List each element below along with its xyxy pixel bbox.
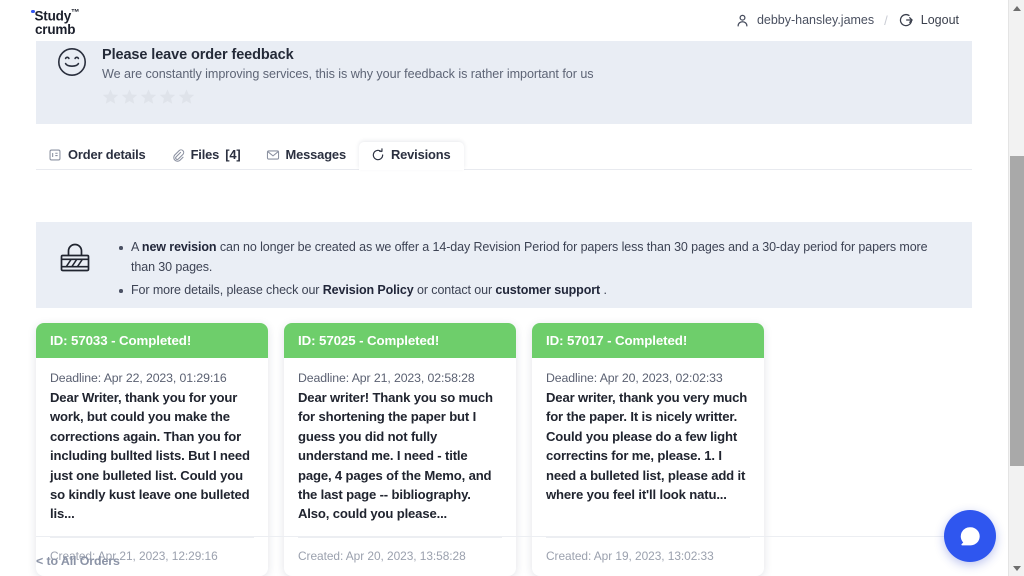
revision-created: Created: Apr 19, 2023, 13:02:33 (546, 536, 750, 576)
feedback-title: Please leave order feedback (102, 47, 294, 63)
tab-files[interactable]: Files [4] (159, 142, 254, 169)
revision-created: Created: Apr 20, 2023, 13:58:28 (298, 536, 502, 576)
top-header-bar: Study™ crumb debby-hansley.james / Logou… (0, 0, 1008, 41)
notice-1-bold1: new revision (141, 240, 217, 254)
account-username[interactable]: debby-hansley.james (757, 13, 874, 27)
tab-messages[interactable]: Messages (254, 142, 359, 169)
logo-dot-icon (31, 9, 35, 13)
chat-widget-button[interactable] (944, 510, 996, 562)
notice-1-part1: A (131, 240, 142, 254)
revision-message: Dear Writer, thank you for your work, bu… (50, 390, 250, 522)
revision-card[interactable]: ID: 57033 - Completed! Deadline: Apr 22,… (36, 323, 268, 576)
tab-order-details-label: Order details (68, 147, 146, 162)
back-to-all-orders-link[interactable]: < to All Orders (36, 554, 120, 568)
notice-item-2: For more details, please check our Revis… (119, 281, 944, 301)
revision-deadline: Deadline: Apr 20, 2023, 02:02:33 (546, 371, 723, 385)
feedback-texts: Please leave order feedback We are const… (102, 45, 594, 105)
scroll-down-arrow[interactable] (1009, 560, 1024, 576)
notice-2-part3: . (600, 283, 607, 297)
tab-revisions-label: Revisions (390, 147, 451, 162)
notice-2-part2: or contact our (413, 283, 496, 297)
tab-files-count: [4] (225, 147, 241, 162)
logo-text-line2: crumb (35, 21, 76, 37)
revision-card-body: Deadline: Apr 20, 2023, 02:02:33 Dear wr… (532, 358, 764, 525)
tab-files-label: Files (190, 147, 220, 162)
revision-card-body: Deadline: Apr 21, 2023, 02:58:28 Dear wr… (284, 358, 516, 524)
content-sheet: Please leave order feedback We are const… (0, 41, 1008, 576)
logout-label[interactable]: Logout (921, 13, 959, 27)
star-icon-1[interactable] (102, 88, 119, 105)
notice-1-part2: can no longer be created as we offer a 1… (131, 240, 928, 274)
smiley-face-icon (56, 46, 88, 78)
revision-card-status-header: ID: 57025 - Completed! (284, 323, 516, 358)
site-logo[interactable]: Study™ crumb (31, 6, 80, 37)
logout-icon[interactable] (898, 12, 914, 28)
revision-cards-list: ID: 57033 - Completed! Deadline: Apr 22,… (36, 323, 764, 576)
star-icon-3[interactable] (140, 88, 157, 105)
notice-item-1: A new revision can no longer be created … (119, 238, 944, 277)
revision-card-status-header: ID: 57033 - Completed! (36, 323, 268, 358)
revision-policy-link[interactable]: Revision Policy (323, 283, 414, 297)
paperclip-icon (171, 148, 185, 162)
vertical-scrollbar[interactable] (1008, 0, 1024, 576)
star-icon-5[interactable] (178, 88, 195, 105)
revision-message: Dear writer, thank you very much for the… (546, 390, 748, 503)
chat-bubble-icon (959, 525, 982, 548)
notice-2-part1: For more details, please check our (131, 283, 323, 297)
scrollbar-thumb[interactable] (1010, 156, 1024, 466)
revision-deadline: Deadline: Apr 22, 2023, 01:29:16 (50, 371, 227, 385)
revision-message: Dear writer! Thank you so much for short… (298, 390, 493, 522)
order-feedback-banner: Please leave order feedback We are const… (36, 41, 972, 124)
tab-messages-label: Messages (285, 147, 347, 162)
revision-card[interactable]: ID: 57017 - Completed! Deadline: Apr 20,… (532, 323, 764, 576)
refresh-icon (371, 147, 385, 162)
rating-stars[interactable] (102, 88, 594, 105)
revision-deadline: Deadline: Apr 21, 2023, 02:58:28 (298, 371, 475, 385)
scroll-up-arrow[interactable] (1009, 0, 1024, 16)
tab-order-details[interactable]: Order details (36, 142, 159, 169)
tab-revisions[interactable]: Revisions (358, 142, 464, 170)
header-account-area: debby-hansley.james / Logout (735, 12, 959, 28)
order-tabs: Order details Files [4] Messages Revisio… (36, 141, 972, 170)
feedback-subtitle: We are constantly improving services, th… (102, 67, 594, 81)
logo-trademark: ™ (71, 7, 80, 17)
header-separator: / (884, 12, 888, 28)
footer-divider (36, 536, 972, 537)
star-icon-4[interactable] (159, 88, 176, 105)
envelope-icon (266, 148, 280, 162)
revision-notice-box: A new revision can no longer be created … (36, 222, 972, 308)
star-icon-2[interactable] (121, 88, 138, 105)
page-viewport: Study™ crumb debby-hansley.james / Logou… (0, 0, 1024, 576)
revision-card-body: Deadline: Apr 22, 2023, 01:29:16 Dear Wr… (36, 358, 268, 525)
notice-list: A new revision can no longer be created … (119, 238, 944, 301)
revision-card[interactable]: ID: 57025 - Completed! Deadline: Apr 21,… (284, 323, 516, 576)
order-details-icon (48, 148, 62, 162)
person-icon (735, 13, 750, 28)
revision-card-status-header: ID: 57017 - Completed! (532, 323, 764, 358)
padlock-icon (58, 241, 92, 277)
customer-support-link[interactable]: customer support (495, 283, 600, 297)
